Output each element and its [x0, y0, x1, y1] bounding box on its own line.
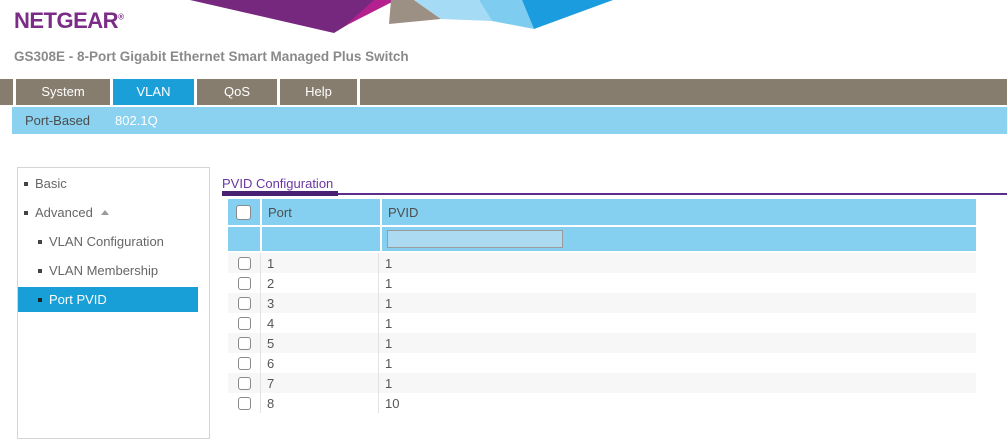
- row-checkbox[interactable]: [238, 377, 251, 390]
- row-check-cell: [228, 333, 260, 353]
- tab-system[interactable]: System: [16, 79, 110, 105]
- sidebar-item-label: VLAN Configuration: [49, 234, 164, 249]
- sidebar-item-advanced[interactable]: Advanced: [18, 200, 209, 225]
- table-row: 8 10: [228, 393, 976, 413]
- sidebar-item-vlan-configuration[interactable]: VLAN Configuration: [18, 229, 209, 254]
- table-row: 2 1: [228, 273, 976, 293]
- sidebar-item-label: Advanced: [35, 205, 93, 220]
- port-cell: 1: [260, 253, 378, 273]
- table-row: 4 1: [228, 313, 976, 333]
- sidebar-item-label: Port PVID: [49, 292, 107, 307]
- input-row-pvid-cell: [382, 227, 976, 251]
- switch-admin-page: NETGEAR® GS308E - 8-Port Gigabit Etherne…: [0, 0, 1007, 439]
- subnav-item-8021q[interactable]: 802.1Q: [115, 113, 158, 128]
- row-check-cell: [228, 253, 260, 273]
- pvid-cell: 1: [378, 273, 976, 293]
- sidebar: Basic Advanced VLAN Configuration VLAN M…: [17, 167, 210, 439]
- port-cell: 7: [260, 373, 378, 393]
- bullet-icon: [24, 182, 28, 186]
- tab-qos[interactable]: QoS: [197, 79, 277, 105]
- bullet-icon: [38, 240, 42, 244]
- tab-help[interactable]: Help: [280, 79, 357, 105]
- sidebar-item-label: VLAN Membership: [49, 263, 158, 278]
- pvid-table: Port PVID 1 1 2 1: [228, 199, 976, 413]
- port-cell: 2: [260, 273, 378, 293]
- table-row: 6 1: [228, 353, 976, 373]
- top-nav: System VLAN QoS Help: [0, 79, 1007, 105]
- bullet-icon: [38, 269, 42, 273]
- pvid-cell: 1: [378, 253, 976, 273]
- sidebar-menu: Basic Advanced VLAN Configuration VLAN M…: [18, 171, 209, 312]
- tab-vlan[interactable]: VLAN: [113, 79, 194, 105]
- pvid-table-body: 1 1 2 1 3 1 4 1 5 1 6 1: [228, 253, 976, 413]
- port-cell: 4: [260, 313, 378, 333]
- pvid-cell: 1: [378, 293, 976, 313]
- row-check-cell: [228, 293, 260, 313]
- device-title: GS308E - 8-Port Gigabit Ethernet Smart M…: [14, 49, 409, 64]
- table-row: 5 1: [228, 333, 976, 353]
- table-row: 7 1: [228, 373, 976, 393]
- row-check-cell: [228, 353, 260, 373]
- select-all-cell: [228, 199, 260, 225]
- select-all-checkbox[interactable]: [236, 205, 251, 220]
- netgear-logo: NETGEAR®: [14, 8, 123, 34]
- input-row-check-cell: [228, 227, 260, 251]
- logo-text: NETGEAR: [14, 8, 118, 33]
- row-check-cell: [228, 273, 260, 293]
- table-header-row: Port PVID: [228, 199, 976, 225]
- subnav-item-port-based[interactable]: Port-Based: [25, 113, 90, 128]
- pvid-cell: 1: [378, 313, 976, 333]
- nav-filler: [360, 79, 1007, 105]
- sidebar-item-basic[interactable]: Basic: [18, 171, 209, 196]
- table-input-row: [228, 227, 976, 251]
- pvid-column-header: PVID: [382, 199, 976, 225]
- row-checkbox[interactable]: [238, 337, 251, 350]
- page-title: PVID Configuration: [222, 170, 1007, 195]
- row-checkbox[interactable]: [238, 317, 251, 330]
- sub-nav: Port-Based 802.1Q: [12, 107, 1007, 134]
- sidebar-item-vlan-membership[interactable]: VLAN Membership: [18, 258, 209, 283]
- bullet-icon: [38, 298, 42, 302]
- row-check-cell: [228, 393, 260, 413]
- main-content: PVID Configuration Port PVID: [222, 170, 1007, 413]
- input-row-port-cell: [262, 227, 380, 251]
- port-cell: 3: [260, 293, 378, 313]
- nav-left-stub: [0, 79, 13, 105]
- pvid-cell: 10: [378, 393, 976, 413]
- row-check-cell: [228, 373, 260, 393]
- pvid-input[interactable]: [387, 230, 563, 248]
- table-row: 1 1: [228, 253, 976, 273]
- table-row: 3 1: [228, 293, 976, 313]
- port-column-header: Port: [262, 199, 380, 225]
- pvid-cell: 1: [378, 373, 976, 393]
- sidebar-item-port-pvid[interactable]: Port PVID: [18, 287, 198, 312]
- collapse-caret-icon: [101, 210, 109, 215]
- row-checkbox[interactable]: [238, 357, 251, 370]
- row-checkbox[interactable]: [238, 397, 251, 410]
- row-check-cell: [228, 313, 260, 333]
- port-cell: 8: [260, 393, 378, 413]
- row-checkbox[interactable]: [238, 297, 251, 310]
- registered-mark: ®: [118, 13, 123, 22]
- port-cell: 6: [260, 353, 378, 373]
- sidebar-item-label: Basic: [35, 176, 67, 191]
- port-cell: 5: [260, 333, 378, 353]
- pvid-cell: 1: [378, 333, 976, 353]
- row-checkbox[interactable]: [238, 277, 251, 290]
- pvid-cell: 1: [378, 353, 976, 373]
- bullet-icon: [24, 211, 28, 215]
- row-checkbox[interactable]: [238, 257, 251, 270]
